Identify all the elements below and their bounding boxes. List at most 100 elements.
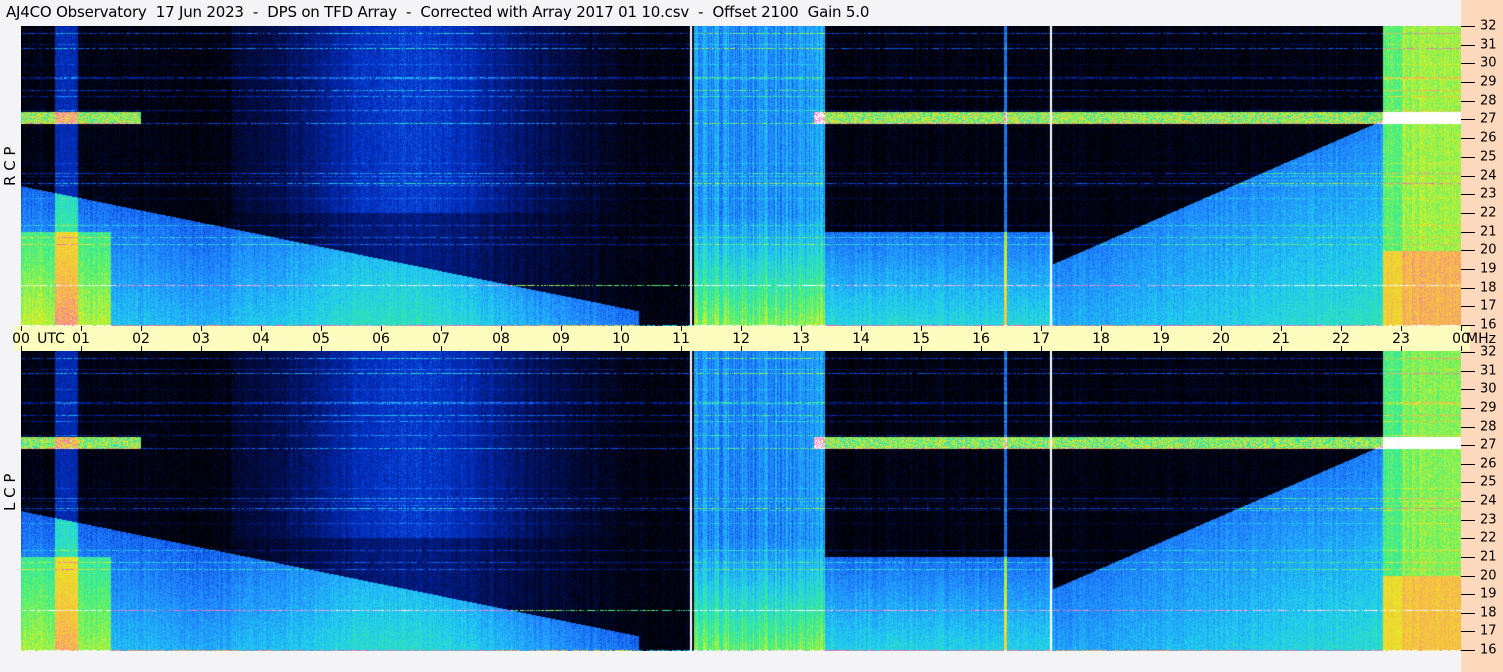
freq-tick-label: 16 [1480,642,1497,658]
time-tick-mark [1101,326,1102,331]
freq-tick-mark [1461,325,1475,326]
freq-tick-label: 22 [1480,205,1497,221]
time-tick-mark [861,326,862,331]
time-tick-label: 01 [72,331,90,347]
freq-tick-label: 31 [1480,37,1497,53]
time-tick-mark [921,326,922,331]
time-tick-mark [381,346,382,351]
freq-tick-mark [1461,427,1475,428]
time-tick-mark [741,326,742,331]
freq-tick-label: 23 [1480,512,1497,528]
freq-tick-label: 22 [1480,530,1497,546]
time-tick-mark [621,326,622,331]
time-tick-label: 13 [792,331,810,347]
time-tick-mark [141,346,142,351]
freq-tick-label: 24 [1480,493,1497,509]
time-tick-mark [981,346,982,351]
time-tick-mark [1221,326,1222,331]
freq-tick-label: 18 [1480,280,1497,296]
time-tick-label: 03 [192,331,210,347]
freq-tick-label: 26 [1480,130,1497,146]
time-tick-mark [501,346,502,351]
time-tick-label: 21 [1272,331,1290,347]
freq-tick-label: 31 [1480,363,1497,379]
freq-tick-label: 32 [1480,18,1497,34]
freq-tick-mark [1461,389,1475,390]
time-tick-mark [861,346,862,351]
freq-tick-mark [1461,63,1475,64]
freq-tick-mark [1461,45,1475,46]
freq-tick-mark [1461,594,1475,595]
freq-tick-label: 21 [1480,224,1497,240]
freq-tick-label: 19 [1480,586,1497,602]
time-tick-mark [201,326,202,331]
freq-tick-mark [1461,576,1475,577]
freq-tick-label: 27 [1480,437,1497,453]
time-tick-mark [1041,326,1042,331]
freq-tick-label: 29 [1480,400,1497,416]
freq-tick-mark [1461,138,1475,139]
time-tick-label: 17 [1032,331,1050,347]
time-tick-mark [921,346,922,351]
freq-tick-mark [1461,194,1475,195]
time-tick-label: 16 [972,331,990,347]
time-tick-mark [1461,326,1462,331]
time-tick-mark [1221,346,1222,351]
freq-tick-label: 28 [1480,93,1497,109]
time-tick-mark [621,346,622,351]
time-tick-mark [1341,326,1342,331]
time-tick-mark [21,326,22,331]
time-tick-mark [261,346,262,351]
freq-tick-mark [1461,269,1475,270]
freq-tick-mark [1461,445,1475,446]
freq-tick-label: 20 [1480,568,1497,583]
time-tick-label: 15 [912,331,930,347]
freq-tick-label: 16 [1480,317,1497,333]
freq-tick-mark [1461,408,1475,409]
freq-tick-label: 25 [1480,474,1497,490]
freq-tick-label: 29 [1480,74,1497,90]
time-tick-mark [801,326,802,331]
time-tick-mark [1401,346,1402,351]
time-tick-label: 00 [12,331,30,347]
time-tick-label: 22 [1332,331,1350,347]
utc-label: UTC [37,331,65,347]
time-tick-mark [1401,326,1402,331]
time-tick-mark [681,346,682,351]
time-tick-mark [1281,326,1282,331]
freq-tick-mark [1461,631,1475,632]
time-tick-mark [801,346,802,351]
chart-title: AJ4CO Observatory 17 Jun 2023 - DPS on T… [6,3,870,21]
time-tick-label: 20 [1212,331,1230,347]
freq-tick-mark [1461,352,1475,353]
time-tick-mark [201,346,202,351]
time-tick-label: 18 [1092,331,1110,347]
freq-tick-label: 28 [1480,419,1497,434]
time-tick-mark [141,326,142,331]
time-tick-label: 23 [1392,331,1410,347]
freq-tick-label: 27 [1480,111,1497,127]
rcp-label: R C P [1,146,19,186]
time-tick-mark [1161,326,1162,331]
spectrogram-rcp [21,26,1461,326]
freq-tick-mark [1461,650,1475,651]
freq-tick-label: 23 [1480,186,1497,202]
freq-tick-mark [1461,482,1475,483]
time-tick-mark [741,346,742,351]
freq-tick-label: 24 [1480,168,1497,183]
freq-tick-label: 17 [1480,298,1497,314]
time-tick-mark [1161,346,1162,351]
freq-tick-mark [1461,250,1475,251]
time-tick-label: 04 [252,331,270,347]
lcp-label: L C P [1,473,19,511]
freq-tick-label: 20 [1480,242,1497,258]
freq-tick-mark [1461,557,1475,558]
time-tick-label: 19 [1152,331,1170,347]
freq-tick-mark [1461,288,1475,289]
time-tick-mark [561,346,562,351]
freq-tick-mark [1461,26,1475,27]
freq-tick-mark [1461,213,1475,214]
time-tick-mark [1041,346,1042,351]
time-tick-mark [81,326,82,331]
freq-tick-label: 30 [1480,55,1497,71]
